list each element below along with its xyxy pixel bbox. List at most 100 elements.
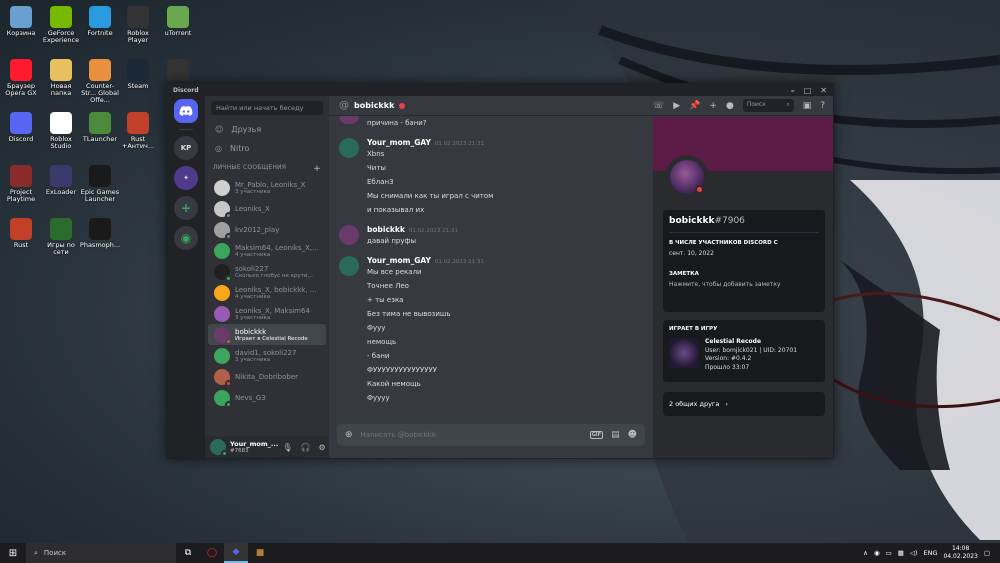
friends-nav[interactable]: ☺ Друзья [205,120,329,139]
taskbar: ⊞ ⌕ Поиск ⧉ ◯ ◆ ■ ∧ ◉ ▭ ▦ ◁) ENG 14:08 0… [0,543,1000,563]
desktop-app-icon [89,6,111,28]
chevron-up-icon[interactable]: ∧ [863,549,868,557]
desktop-icon[interactable]: Roblox Studio [40,112,82,150]
task-view-icon[interactable]: ⧉ [176,543,200,563]
dm-item[interactable]: kv2012_play [208,219,326,240]
user-profile-icon[interactable]: ● [726,101,734,111]
explore-servers-button[interactable]: ◉ [174,226,198,250]
maximize-icon[interactable]: □ [804,86,812,95]
status-indicator [225,337,232,345]
message-timestamp: 01.02.2023 21:31 [408,228,458,234]
mutual-friends-button[interactable]: 2 общих друга › [663,392,825,416]
create-dm-button[interactable]: + [313,164,321,174]
opera-gx-icon[interactable]: ◯ [200,543,224,563]
member-since-label: В ЧИСЛЕ УЧАСТНИКОВ DISCORD С [669,240,778,246]
close-icon[interactable]: ✕ [820,86,827,95]
dm-item[interactable]: david1, sokoli227 3 участника [208,345,326,366]
voice-call-icon[interactable]: ☏ [653,101,664,111]
dm-item[interactable]: Mr_Pablo, Leoniks_X 3 участника [208,177,326,198]
windows-start-icon[interactable]: ⊞ [0,548,26,559]
server-icon[interactable]: ✦ [174,166,198,190]
desktop-icon[interactable]: TLauncher [79,112,121,143]
server-kp[interactable]: KP [174,136,198,160]
desktop-icon[interactable]: Корзина [0,6,42,37]
sticker-icon[interactable]: ▤ [611,430,620,440]
message-author[interactable]: bobickkk [367,225,405,234]
user-tag: #7683 [230,448,249,454]
message-avatar[interactable] [339,256,359,276]
dm-item[interactable]: Leoniks_X [208,198,326,219]
dnd-status-icon [399,102,406,109]
dm-item[interactable]: Maksim64, Leoniks_X, ... 4 участника [208,240,326,261]
profile-info-card: bobickkk#7906 В ЧИСЛЕ УЧАСТНИКОВ DISCORD… [663,210,825,312]
inbox-icon[interactable]: ▣ [803,101,812,111]
desktop-icon[interactable]: Браузер Opera GX [0,59,42,97]
add-friend-icon[interactable]: + [709,101,717,111]
desktop-icon[interactable]: uTorrent [157,6,199,37]
dm-item[interactable]: Nevs_G3 [208,387,326,408]
desktop-icon-label: Discord [8,135,34,143]
note-input[interactable]: Нажмите, чтобы добавить заметку [669,281,819,288]
member-since-value: сент. 10, 2022 [669,250,714,257]
message-avatar[interactable] [339,116,359,124]
search-icon: ⌕ [786,101,790,108]
home-button[interactable] [174,99,198,123]
desktop-icon[interactable]: Fortnite [79,6,121,37]
message-author[interactable]: Your_mom_GAY [367,256,431,265]
message-text: ФУУУУУУУУУУУУУУУ [367,366,438,374]
tray-app-icon[interactable]: ◉ [874,549,880,557]
gif-icon[interactable]: GIF [589,431,604,439]
dm-item[interactable]: Nikita_Dobribober [208,366,326,387]
message-author[interactable]: Your_mom_GAY [367,138,431,147]
minecraft-taskbar-icon[interactable]: ■ [248,543,272,563]
desktop-icon[interactable]: Steam [117,59,159,90]
discord-taskbar-icon[interactable]: ◆ [224,543,248,563]
user-avatar[interactable] [210,439,228,457]
message-input[interactable] [360,431,582,439]
desktop-icon[interactable]: Project Playtime [0,165,42,203]
notifications-icon[interactable]: ▢ [984,549,990,557]
desktop-icon[interactable]: GeForce Experience [40,6,82,44]
emoji-icon[interactable]: ☻ [628,430,637,440]
language-indicator[interactable]: ENG [923,549,937,557]
pin-icon[interactable]: 📌 [689,101,700,111]
network-icon[interactable]: ▦ [898,549,904,557]
desktop-app-icon [50,165,72,187]
status-indicator [225,379,232,387]
nitro-nav[interactable]: ◎ Nitro [205,139,329,158]
taskbar-search[interactable]: ⌕ Поиск [26,543,176,563]
settings-gear-icon[interactable]: ⚙ [318,443,325,452]
desktop-icon[interactable]: Counter-Str... Global Offe... [79,59,121,104]
dm-subtitle: 3 участника [235,356,271,363]
message-avatar[interactable] [339,225,359,245]
desktop-icon[interactable]: ExLoader [40,165,82,196]
message-group: Your_mom_GAY 01.02.2023 21:31 Мы все рекал… [339,256,645,405]
desktop-icon[interactable]: Новая папка [40,59,82,97]
dm-item[interactable]: Leoniks_X, bobickkk, ... 4 участника [208,282,326,303]
status-indicator [225,232,232,240]
message-avatar[interactable] [339,138,359,158]
dm-item[interactable]: bobickkk Играет в Celestial Recode [208,324,326,345]
attach-plus-icon[interactable]: ⊕ [345,430,353,440]
desktop-icon[interactable]: Rust +Антич... [117,112,159,150]
battery-icon[interactable]: ▭ [886,549,892,557]
desktop-icon[interactable]: Roblox Player [117,6,159,44]
help-icon[interactable]: ? [820,101,825,111]
add-server-button[interactable]: + [174,196,198,220]
desktop-icon[interactable]: Rust [0,218,42,249]
video-call-icon[interactable]: ▶ [673,101,680,111]
clock[interactable]: 14:08 04.02.2023 [943,545,977,561]
desktop-icon[interactable]: Phasmoph... [79,218,121,249]
volume-icon[interactable]: ◁) [910,549,918,557]
headphones-icon[interactable]: 🎧 [300,443,310,452]
desktop-icon[interactable]: Epic Games Launcher [79,165,121,203]
dm-item[interactable]: Leoniks_X, Maksim64 3 участника [208,303,326,324]
minimize-icon[interactable]: – [791,86,795,95]
dm-search-input[interactable]: Найти или начать беседу [211,101,323,115]
desktop-icon[interactable]: Discord [0,112,42,143]
dm-item[interactable]: sokoli227 Сколько глобус не крути,... [208,261,326,282]
toolbar-search-input[interactable]: Поиск ⌕ [742,99,794,112]
microphone-icon[interactable]: 🎙 [282,443,292,452]
game-image [669,338,699,368]
desktop-icon[interactable]: Игры по сети [40,218,82,256]
